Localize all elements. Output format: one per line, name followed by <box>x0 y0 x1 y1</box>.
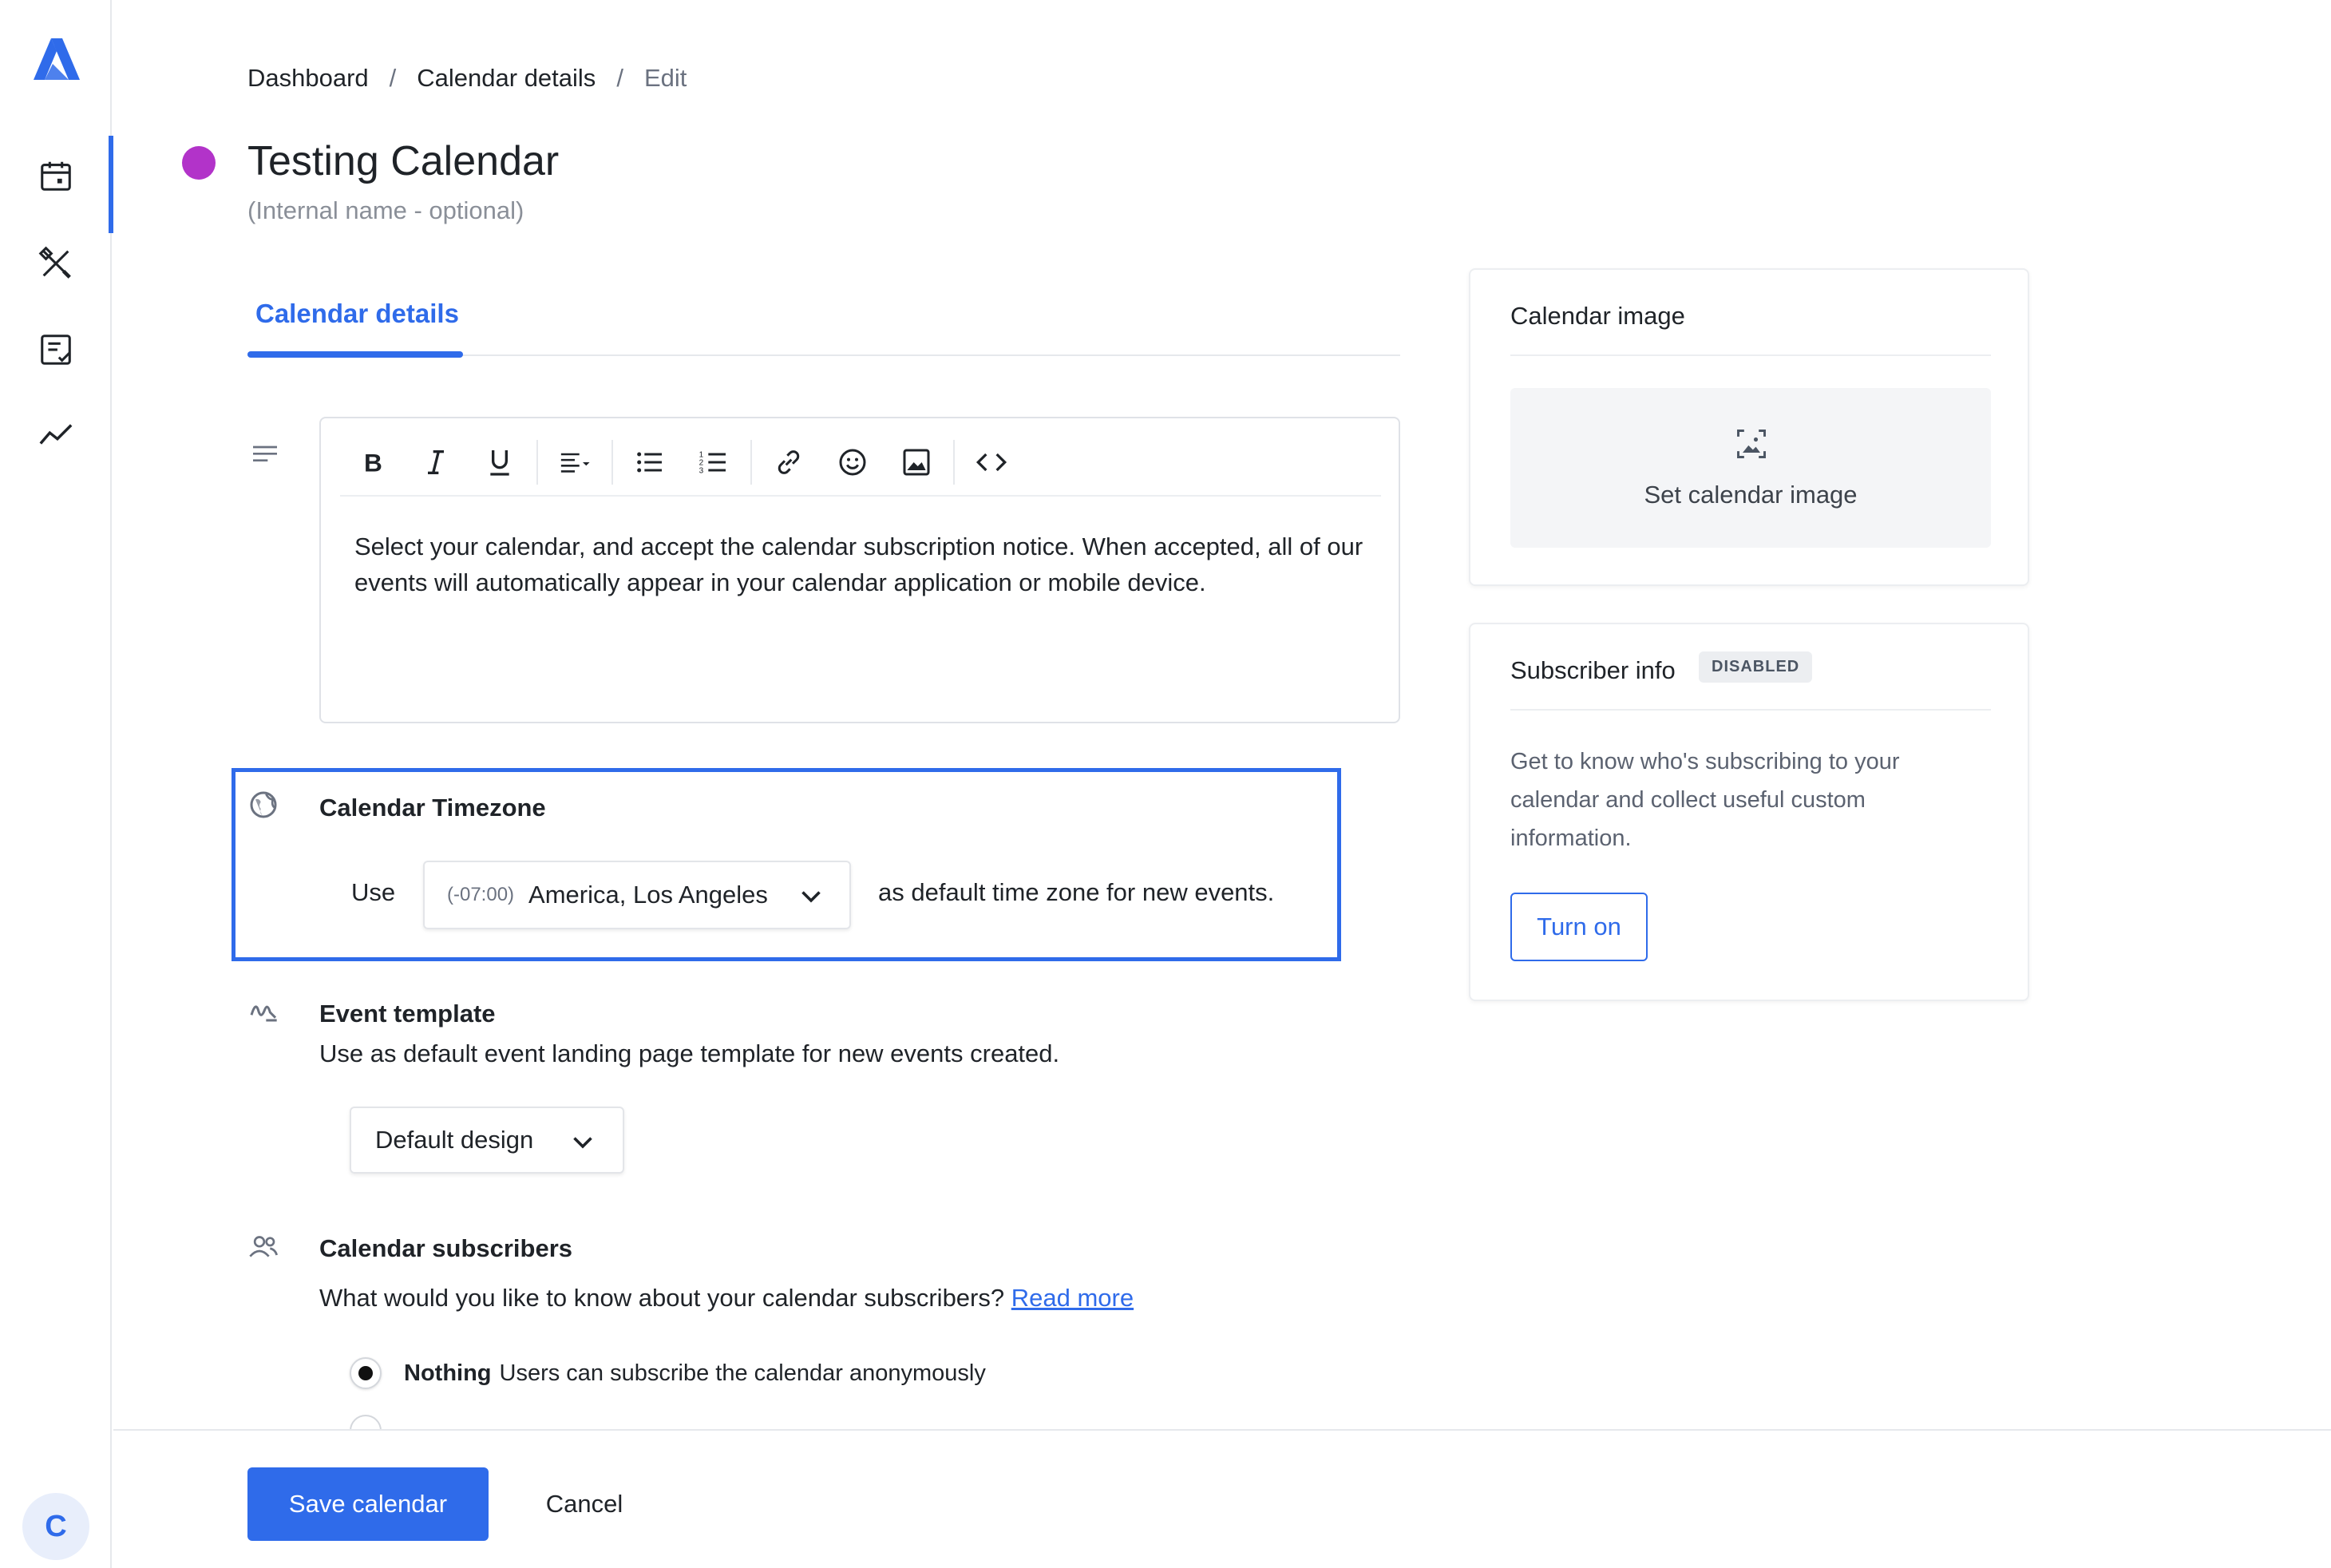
subscriber-info-card: Subscriber info DISABLED Get to know who… <box>1469 623 2029 1001</box>
nav-forms[interactable] <box>0 310 112 390</box>
set-calendar-image-dropzone[interactable]: Set calendar image <box>1510 388 1991 548</box>
breadcrumb-edit: Edit <box>643 64 687 92</box>
calendar-image-title: Calendar image <box>1510 302 1685 330</box>
checklist-icon <box>41 335 71 365</box>
italic-icon[interactable] <box>404 438 468 486</box>
radio-selected-dot <box>358 1366 373 1380</box>
save-calendar-button[interactable]: Save calendar <box>247 1467 489 1541</box>
radio-nothing[interactable] <box>350 1357 382 1389</box>
breadcrumb: Dashboard / Calendar details / Edit <box>247 64 687 93</box>
timezone-use-label: Use <box>351 878 396 906</box>
editor-content[interactable]: Select your calendar, and accept the cal… <box>354 529 1368 600</box>
set-calendar-image-label: Set calendar image <box>1644 481 1858 509</box>
subscribers-description: What would you like to know about your c… <box>319 1284 1134 1313</box>
app-logo-icon[interactable] <box>27 32 85 89</box>
subscribers-title: Calendar subscribers <box>319 1234 573 1262</box>
nav-analytics[interactable] <box>0 394 112 474</box>
card-divider <box>1510 709 1991 711</box>
breadcrumb-separator: / <box>389 64 397 92</box>
breadcrumb-separator: / <box>616 64 623 92</box>
toolbar-divider <box>536 440 538 485</box>
internal-name-field[interactable]: (Internal name - optional) <box>247 196 524 225</box>
trend-line-icon <box>39 424 73 445</box>
underline-icon[interactable] <box>468 438 532 486</box>
nav-design[interactable] <box>0 224 112 303</box>
design-tools-icon <box>38 246 71 279</box>
calendar-title[interactable]: Testing Calendar <box>247 137 559 185</box>
timezone-value: America, Los Angeles <box>528 881 768 909</box>
option-description: Users can subscribe the calendar anonymo… <box>499 1360 986 1386</box>
calendar-image-card: Calendar image Set calendar image <box>1469 268 2029 586</box>
status-badge: DISABLED <box>1699 651 1813 683</box>
breadcrumb-calendar-details[interactable]: Calendar details <box>417 64 596 93</box>
event-template-select[interactable]: Default design <box>350 1107 624 1174</box>
subscriber-info-body: Get to know who's subscribing to your ca… <box>1510 749 1900 851</box>
user-avatar[interactable]: C <box>22 1493 89 1560</box>
image-placeholder-icon <box>1737 430 1766 458</box>
turn-on-button[interactable]: Turn on <box>1510 893 1648 961</box>
sidebar: C <box>0 0 113 1568</box>
timezone-suffix-text: as default time zone for new events. <box>878 878 1275 906</box>
chevron-down-icon <box>801 891 821 903</box>
users-icon <box>249 1236 278 1257</box>
link-icon[interactable] <box>757 438 821 486</box>
toolbar-divider <box>611 440 613 485</box>
read-more-link[interactable]: Read more <box>1011 1284 1134 1312</box>
svg-text:3: 3 <box>699 466 704 475</box>
code-icon[interactable] <box>960 438 1023 486</box>
timezone-title: Calendar Timezone <box>319 794 546 822</box>
bullet-list-icon[interactable] <box>618 438 682 486</box>
card-divider <box>1510 354 1991 356</box>
bold-icon[interactable]: B <box>340 438 404 486</box>
editor-toolbar: B 123 <box>340 430 1381 497</box>
toolbar-divider <box>750 440 752 485</box>
option-bold-label: Nothing <box>404 1360 492 1386</box>
toolbar-divider <box>953 440 955 485</box>
emoji-icon[interactable] <box>821 438 885 486</box>
text-lines-icon <box>253 445 277 461</box>
subscribers-description-text: What would you like to know about your c… <box>319 1284 1005 1312</box>
cancel-button[interactable]: Cancel <box>511 1467 658 1541</box>
template-squiggle-icon <box>250 1005 277 1022</box>
event-template-title: Event template <box>319 1000 496 1028</box>
event-template-value: Default design <box>375 1126 534 1154</box>
chevron-down-icon <box>573 1137 592 1149</box>
numbered-list-icon[interactable]: 123 <box>682 438 746 486</box>
tab-bar: Calendar details <box>247 291 1400 358</box>
calendar-color-dot[interactable] <box>182 146 216 180</box>
event-template-description: Use as default event landing page templa… <box>319 1039 1060 1067</box>
breadcrumb-dashboard[interactable]: Dashboard <box>247 64 369 93</box>
timezone-offset: (-07:00) <box>447 884 515 905</box>
svg-text:B: B <box>364 449 382 477</box>
description-editor: B 123 Select your calendar, and accept t… <box>319 417 1400 723</box>
calendar-icon <box>41 161 71 191</box>
globe-icon <box>250 791 277 818</box>
timezone-select[interactable]: (-07:00) America, Los Angeles <box>423 861 851 929</box>
subscriber-info-title: Subscriber info <box>1510 656 1676 684</box>
align-icon[interactable] <box>543 438 607 486</box>
nav-calendar[interactable] <box>0 136 113 233</box>
subscriber-option-nothing[interactable]: Nothing Users can subscribe the calendar… <box>350 1357 986 1389</box>
image-icon[interactable] <box>885 438 948 486</box>
tab-calendar-details[interactable]: Calendar details <box>247 291 463 358</box>
